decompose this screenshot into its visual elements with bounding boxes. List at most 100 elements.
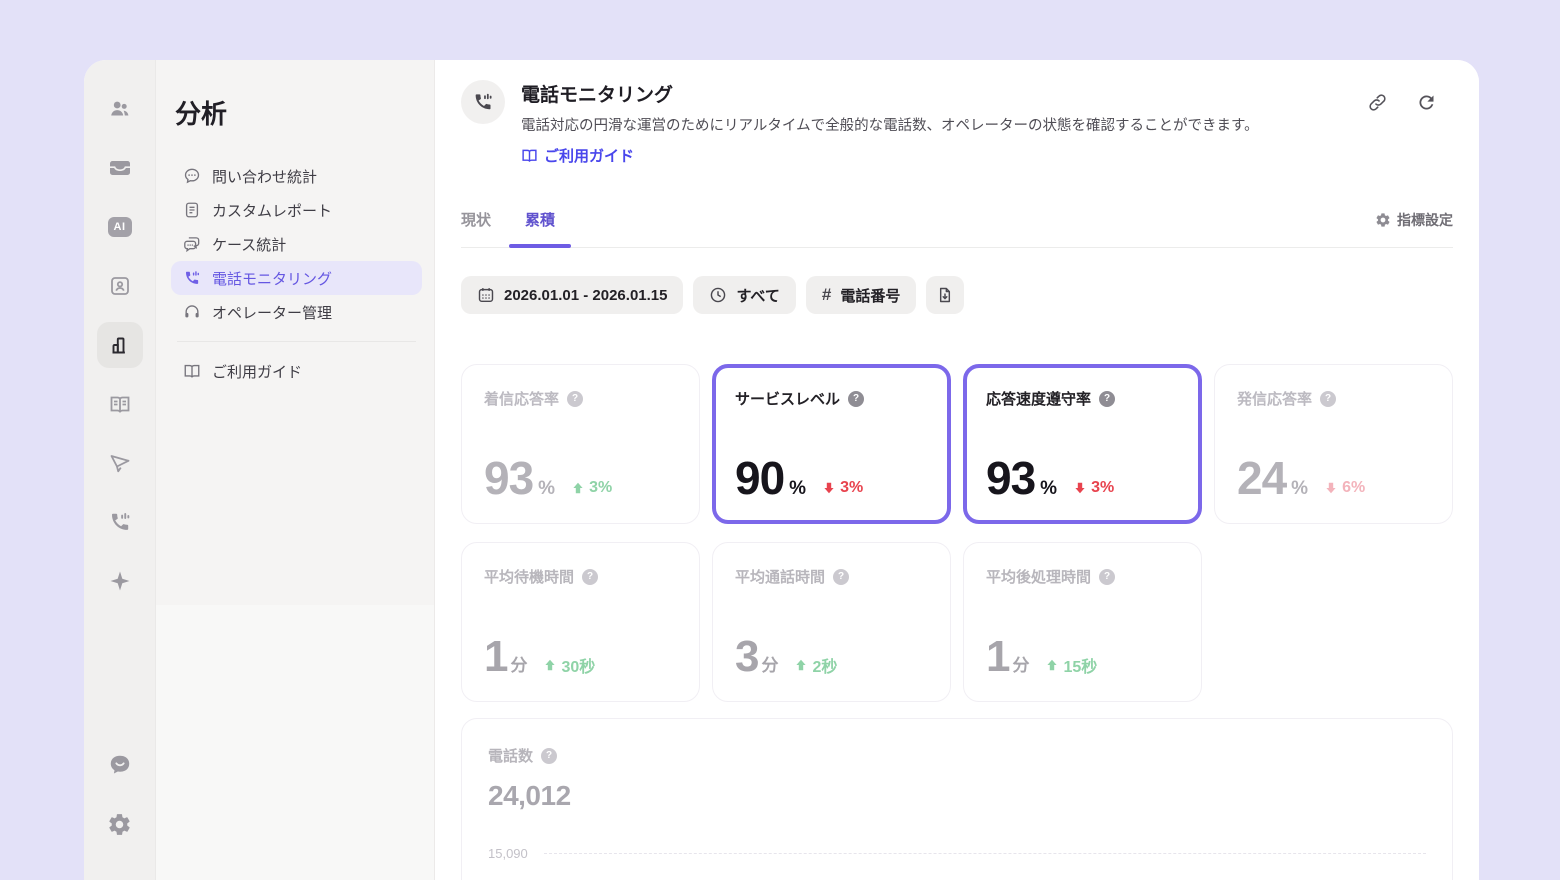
- metric-card-avg-talk-time[interactable]: 平均通話時間 ? 3 分 2秒: [712, 542, 951, 702]
- tab-cumulative[interactable]: 累積: [525, 193, 555, 247]
- sidebar-item-user-guide[interactable]: ご利用ガイド: [171, 354, 422, 388]
- guide-link-label: ご利用ガイド: [544, 145, 634, 166]
- header-actions: [1367, 80, 1453, 113]
- metric-change: 3%: [1074, 479, 1114, 497]
- metric-change: 6%: [1325, 479, 1365, 497]
- export-button[interactable]: [926, 276, 964, 314]
- inbox-icon[interactable]: [97, 145, 143, 191]
- people-icon[interactable]: [97, 86, 143, 132]
- help-icon[interactable]: ?: [582, 569, 598, 585]
- trend-up-icon: [544, 659, 556, 671]
- phone-wave-icon: [472, 91, 494, 113]
- metric-value: 90: [735, 455, 784, 501]
- metric-unit: %: [1040, 478, 1057, 500]
- metric-card-answer-speed-compliance[interactable]: 応答速度遵守率 ? 93 % 3%: [963, 364, 1202, 524]
- open-book-icon: [521, 147, 538, 164]
- trend-down-icon: [1074, 482, 1086, 494]
- trend-up-icon: [1046, 659, 1058, 671]
- metric-title: 発信応答率: [1237, 388, 1312, 409]
- contact-card-icon[interactable]: [97, 263, 143, 309]
- sidebar-item-label: カスタムレポート: [212, 200, 332, 221]
- metric-value: 24: [1237, 455, 1286, 501]
- chatbot-icon[interactable]: [97, 742, 143, 788]
- metric-card-avg-after-call-work-time[interactable]: 平均後処理時間 ? 1 分 15秒: [963, 542, 1202, 702]
- guide-link[interactable]: ご利用ガイド: [521, 145, 634, 166]
- sparkle-icon[interactable]: [97, 558, 143, 604]
- help-icon[interactable]: ?: [541, 748, 557, 764]
- send-icon[interactable]: [97, 440, 143, 486]
- phone-monitor-icon[interactable]: [97, 499, 143, 545]
- analytics-sidebar: 分析 問い合わせ統計 カスタムレポート ケース統計 電話モニタリング: [156, 60, 435, 880]
- content-area: 現状 累積 指標設定 2026.01.01 - 2026.01.15: [435, 185, 1479, 880]
- metric-card-service-level[interactable]: サービスレベル ? 90 % 3%: [712, 364, 951, 524]
- sidebar-item-label: オペレーター管理: [212, 302, 332, 323]
- page-header: 電話モニタリング 電話対応の円滑な運営のためにリアルタイムで全般的な電話数、オペ…: [435, 60, 1479, 185]
- chat-bubble-icon: [183, 167, 201, 185]
- sidebar-item-label: ケース統計: [212, 234, 286, 255]
- report-document-icon: [183, 201, 201, 219]
- guide-book-icon[interactable]: [97, 381, 143, 427]
- open-book-icon: [183, 362, 201, 380]
- metric-card-avg-wait-time[interactable]: 平均待機時間 ? 1 分 30秒: [461, 542, 700, 702]
- sidebar-title: 分析: [175, 94, 422, 131]
- page-description: 電話対応の円滑な運営のためにリアルタイムで全般的な電話数、オペレーターの状態を確…: [521, 114, 1259, 135]
- help-icon[interactable]: ?: [833, 569, 849, 585]
- phone-number-filter[interactable]: # 電話番号: [806, 276, 916, 314]
- tab-current[interactable]: 現状: [461, 193, 491, 247]
- metric-title: 平均待機時間: [484, 566, 574, 587]
- call-volume-chart-card: 電話数 ? 24,012 15,090: [461, 718, 1453, 880]
- help-icon[interactable]: ?: [1099, 569, 1115, 585]
- header-texts: 電話モニタリング 電話対応の円滑な運営のためにリアルタイムで全般的な電話数、オペ…: [521, 80, 1259, 169]
- metric-unit: 分: [510, 651, 527, 676]
- date-range-label: 2026.01.01 - 2026.01.15: [504, 287, 667, 304]
- sidebar-item-phone-monitoring[interactable]: 電話モニタリング: [171, 261, 422, 295]
- metric-unit: %: [789, 478, 806, 500]
- metric-title: 応答速度遵守率: [986, 388, 1091, 409]
- sidebar-item-custom-report[interactable]: カスタムレポート: [171, 193, 422, 227]
- sidebar-item-case-stats[interactable]: ケース統計: [171, 227, 422, 261]
- refresh-icon[interactable]: [1416, 92, 1437, 113]
- metric-change: 15秒: [1046, 653, 1097, 677]
- metric-change: 2秒: [795, 653, 837, 677]
- metric-title: 着信応答率: [484, 388, 559, 409]
- tabs-row: 現状 累積 指標設定: [461, 193, 1453, 248]
- metric-settings-button[interactable]: 指標設定: [1375, 210, 1453, 230]
- calendar-icon: [477, 286, 495, 304]
- filter-bar: 2026.01.01 - 2026.01.15 すべて # 電話番号: [461, 276, 1453, 314]
- call-volume-total: 24,012: [488, 780, 1426, 812]
- hash-icon: #: [822, 285, 831, 305]
- help-icon[interactable]: ?: [1320, 391, 1336, 407]
- metric-settings-label: 指標設定: [1397, 210, 1453, 230]
- main-panel: 電話モニタリング 電話対応の円滑な運営のためにリアルタイムで全般的な電話数、オペ…: [435, 60, 1479, 880]
- metric-value: 1: [484, 635, 507, 679]
- gear-icon: [1375, 212, 1391, 228]
- metric-value: 3: [735, 635, 758, 679]
- settings-icon[interactable]: [97, 801, 143, 847]
- metric-value: 1: [986, 635, 1009, 679]
- metric-change: 30秒: [544, 653, 595, 677]
- chart-gridline-label: 15,090: [488, 846, 528, 861]
- help-icon[interactable]: ?: [567, 391, 583, 407]
- trend-down-icon: [1325, 482, 1337, 494]
- trend-up-icon: [572, 482, 584, 494]
- bar-chart-icon[interactable]: [97, 322, 143, 368]
- help-icon[interactable]: ?: [1099, 391, 1115, 407]
- link-icon[interactable]: [1367, 92, 1388, 113]
- time-filter[interactable]: すべて: [693, 276, 795, 314]
- chart-title: 電話数: [488, 745, 533, 766]
- chart-gridline: [544, 853, 1426, 854]
- clock-icon: [709, 286, 727, 304]
- ai-icon[interactable]: AI: [97, 204, 143, 250]
- metric-unit: 分: [1012, 651, 1029, 676]
- sidebar-item-operator-management[interactable]: オペレーター管理: [171, 295, 422, 329]
- trend-down-icon: [823, 482, 835, 494]
- metric-card-inbound-answer-rate[interactable]: 着信応答率 ? 93 % 3%: [461, 364, 700, 524]
- export-document-icon: [936, 286, 954, 304]
- metric-unit: 分: [761, 651, 778, 676]
- date-range-filter[interactable]: 2026.01.01 - 2026.01.15: [461, 276, 683, 314]
- empty-grid-cell: [1214, 542, 1453, 702]
- metric-card-outbound-answer-rate[interactable]: 発信応答率 ? 24 % 6%: [1214, 364, 1453, 524]
- sidebar-item-inquiry-stats[interactable]: 問い合わせ統計: [171, 159, 422, 193]
- help-icon[interactable]: ?: [848, 391, 864, 407]
- metric-change: 3%: [572, 479, 612, 497]
